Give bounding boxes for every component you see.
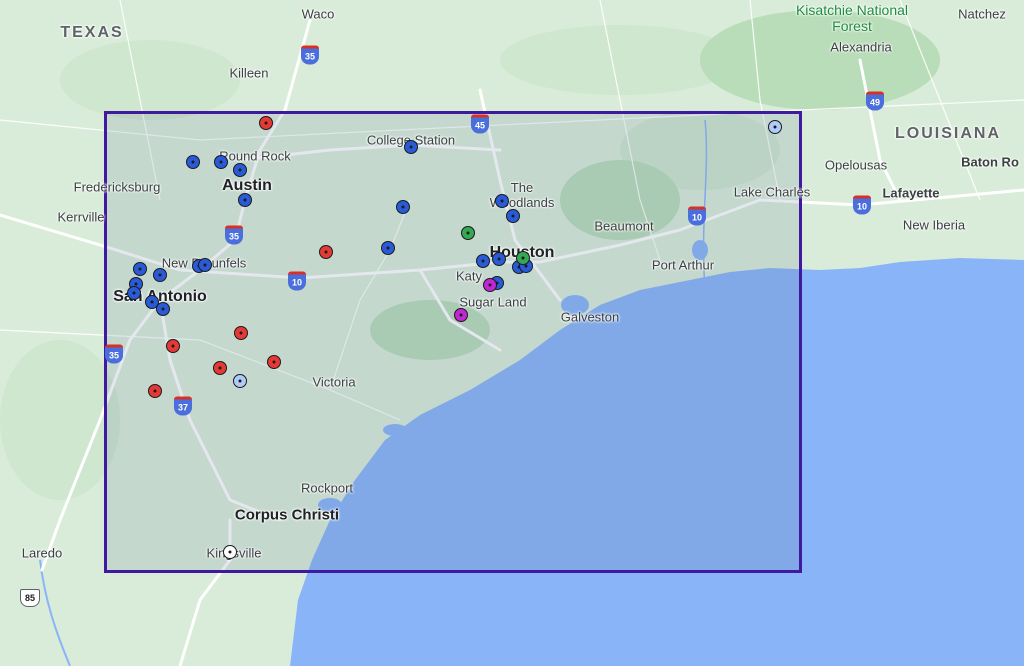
map-marker-red[interactable] [148, 384, 162, 398]
map-marker-blue[interactable] [214, 155, 228, 169]
map-marker-blue[interactable] [381, 241, 395, 255]
map-marker-light-blue[interactable] [768, 120, 782, 134]
label-galveston: Galveston [560, 309, 620, 325]
interstate-10-shield-west: 10 [288, 271, 306, 291]
label-sugar-land: Sugar Land [459, 294, 527, 310]
map-marker-white[interactable] [223, 545, 237, 559]
label-round-rock: Round Rock [219, 148, 291, 164]
us-85-shield: 85 [20, 589, 40, 607]
label-baton-rouge: Baton Ro [961, 154, 1019, 170]
map-marker-blue[interactable] [396, 200, 410, 214]
label-corpus-christi: Corpus Christi [234, 506, 340, 524]
map-marker-magenta[interactable] [454, 308, 468, 322]
map-marker-blue[interactable] [156, 302, 170, 316]
map-marker-red[interactable] [213, 361, 227, 375]
map-marker-blue[interactable] [492, 252, 506, 266]
map-marker-magenta[interactable] [483, 278, 497, 292]
label-waco: Waco [301, 6, 335, 22]
interstate-45-shield: 45 [471, 114, 489, 134]
label-texas: TEXAS [60, 24, 124, 41]
map-marker-blue[interactable] [186, 155, 200, 169]
map-marker-blue[interactable] [153, 268, 167, 282]
interstate-35-shield-north: 35 [301, 45, 319, 65]
map-marker-red[interactable] [166, 339, 180, 353]
map-canvas[interactable]: TEXAS LOUISIANA Kisatchie National Fores… [0, 0, 1024, 666]
label-new-iberia: New Iberia [902, 217, 966, 233]
label-port-arthur: Port Arthur [651, 257, 715, 273]
map-marker-light-blue[interactable] [233, 374, 247, 388]
map-marker-blue[interactable] [238, 193, 252, 207]
map-marker-green[interactable] [461, 226, 475, 240]
map-marker-blue[interactable] [404, 140, 418, 154]
label-killeen: Killeen [229, 65, 269, 81]
interstate-35-shield-south: 35 [105, 344, 123, 364]
label-victoria: Victoria [312, 374, 356, 390]
label-kisatchie-national-forest: Kisatchie National Forest [795, 2, 909, 34]
interstate-35-shield-austin: 35 [225, 225, 243, 245]
map-marker-blue[interactable] [506, 209, 520, 223]
label-alexandria: Alexandria [830, 39, 892, 55]
map-marker-red[interactable] [259, 116, 273, 130]
map-marker-blue[interactable] [495, 194, 509, 208]
label-lake-charles: Lake Charles [733, 184, 811, 200]
map-marker-green[interactable] [516, 251, 530, 265]
map-marker-red[interactable] [319, 245, 333, 259]
map-marker-blue[interactable] [198, 258, 212, 272]
map-marker-blue[interactable] [476, 254, 490, 268]
label-katy: Katy [455, 268, 483, 284]
map-marker-blue[interactable] [233, 163, 247, 177]
label-fredericksburg: Fredericksburg [73, 179, 161, 195]
label-laredo: Laredo [21, 545, 63, 561]
label-beaumont: Beaumont [594, 218, 654, 234]
interstate-10-shield-beaumont: 10 [688, 206, 706, 226]
label-lafayette: Lafayette [882, 185, 940, 201]
label-louisiana: LOUISIANA [895, 125, 1001, 142]
map-marker-red[interactable] [234, 326, 248, 340]
map-marker-blue[interactable] [127, 286, 141, 300]
selection-rectangle[interactable] [104, 111, 802, 573]
interstate-49-shield: 49 [866, 91, 884, 111]
label-opelousas: Opelousas [824, 157, 888, 173]
interstate-10-shield-louisiana: 10 [853, 195, 871, 215]
interstate-37-shield: 37 [174, 396, 192, 416]
map-marker-blue[interactable] [133, 262, 147, 276]
label-rockport: Rockport [300, 480, 354, 496]
label-natchez: Natchez [958, 6, 1006, 22]
map-marker-red[interactable] [267, 355, 281, 369]
label-kerrville: Kerrville [57, 209, 105, 225]
